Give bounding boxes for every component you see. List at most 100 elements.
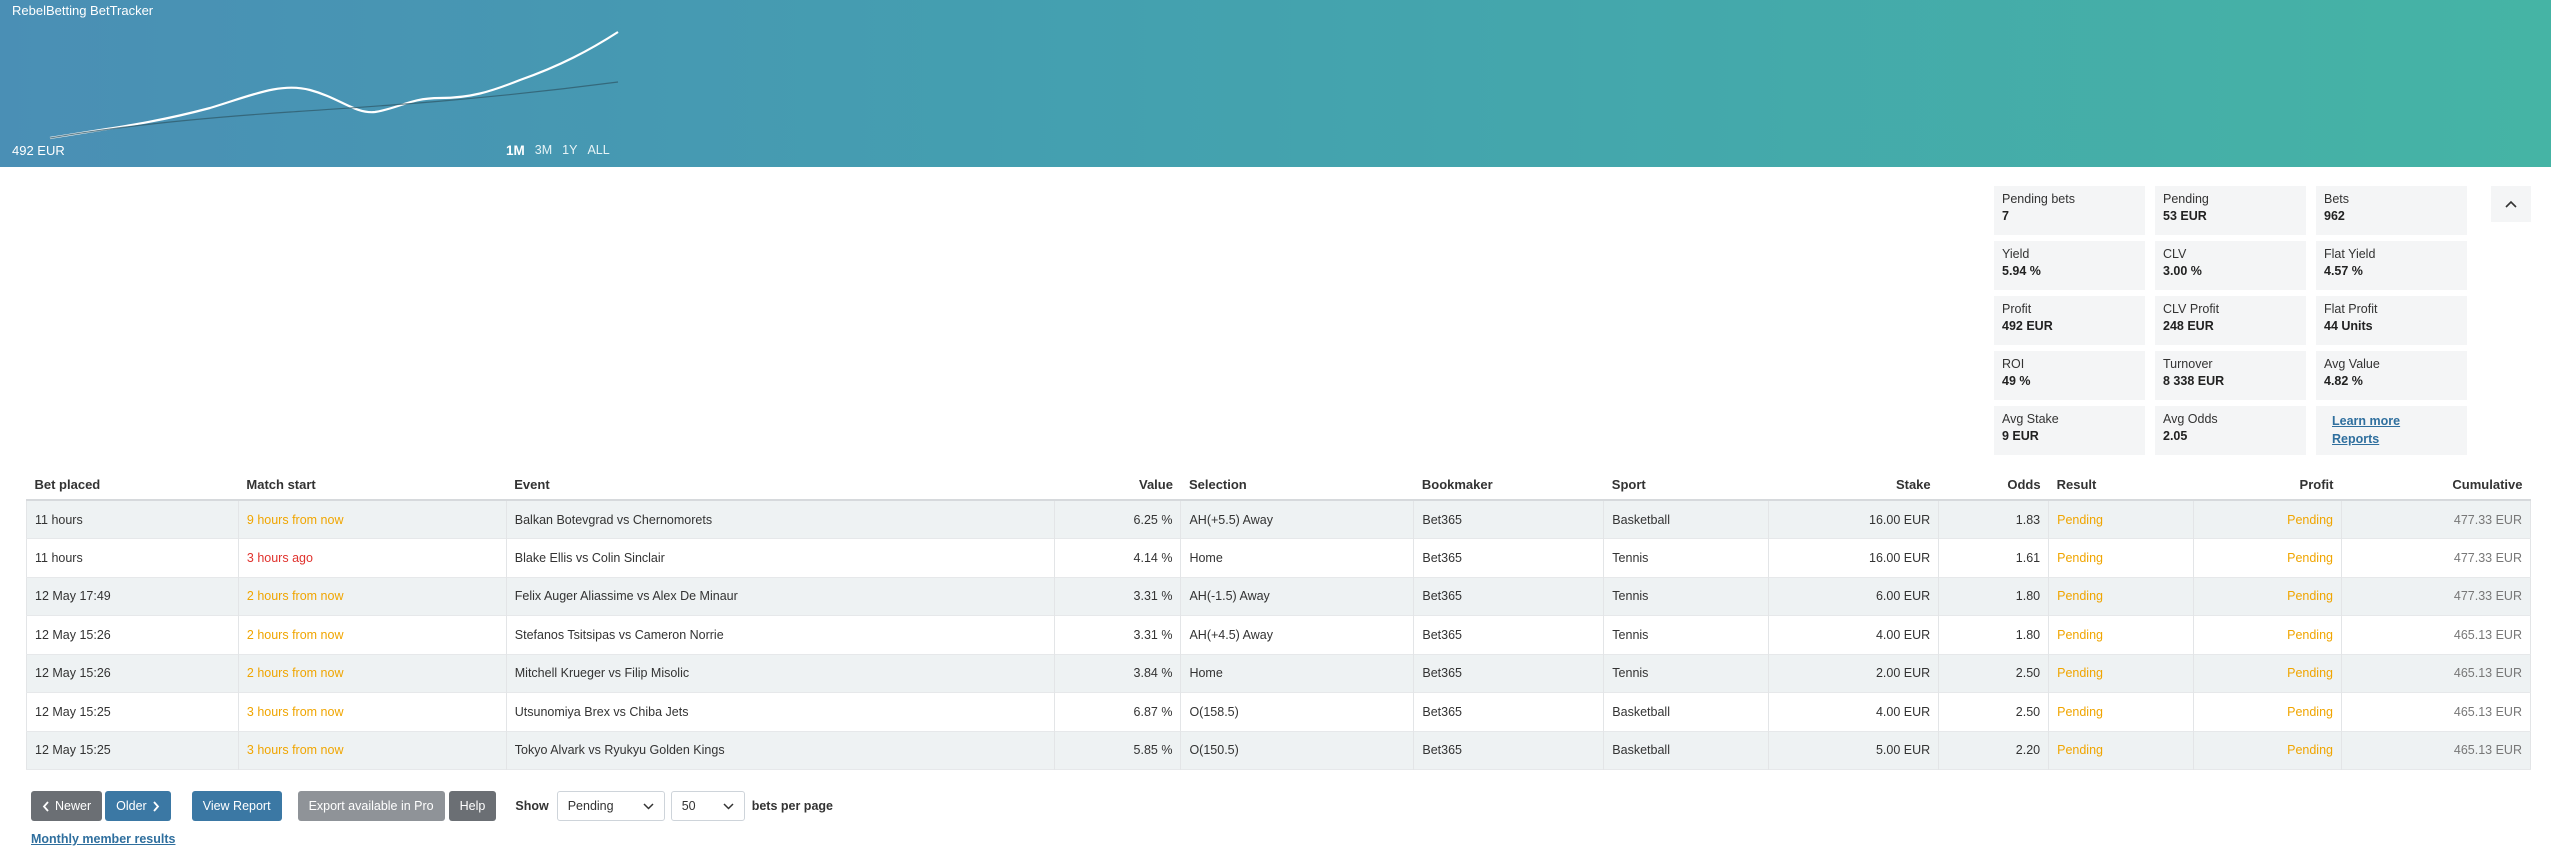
cell-selection: AH(+4.5) Away	[1180, 615, 1415, 654]
cell-cumulative: 465.13 EUR	[2453, 743, 2522, 758]
header-banner: RebelBetting BetTracker 492 EUR 1M 3M 1Y…	[0, 0, 2551, 167]
chevron-left-icon	[42, 800, 49, 812]
cell-start: 9 hours from now	[238, 500, 507, 539]
stat-yield: Yield 5.94 %	[1994, 241, 2145, 290]
cell-event: Utsunomiya Brex vs Chiba Jets	[506, 692, 1055, 731]
table-header-row: Bet placed Match start Event Value Selec…	[26, 470, 2531, 501]
cell-value: 3.31 %	[1054, 615, 1182, 654]
cell-profit: Pending	[2193, 577, 2342, 616]
range-1m[interactable]: 1M	[506, 143, 525, 158]
older-label: Older	[116, 799, 147, 813]
range-selector: 1M 3M 1Y ALL	[506, 143, 610, 158]
table-row[interactable]: 12 May 15:26 2 hours from now Mitchell K…	[26, 654, 2531, 693]
cell-value: 6.25 %	[1054, 500, 1182, 539]
stat-avg-stake: Avg Stake 9 EUR	[1994, 406, 2145, 455]
cell-sport: Tennis	[1603, 577, 1770, 616]
cell-bookmaker: Bet365	[1413, 692, 1605, 731]
cell-start: 2 hours from now	[238, 654, 507, 693]
cell-bookmaker: Bet365	[1413, 538, 1605, 577]
cell-result: Pending	[2048, 654, 2195, 693]
monthly-results-link[interactable]: Monthly member results	[31, 832, 175, 846]
range-1y[interactable]: 1Y	[562, 143, 577, 158]
cell-cumulative: 465.13 EUR	[2453, 666, 2522, 681]
cell-profit: Pending	[2193, 615, 2342, 654]
balance-label: 492 EUR	[12, 143, 65, 158]
cell-odds: 1.83	[1938, 500, 2050, 539]
help-button[interactable]: Help	[448, 791, 497, 821]
col-bookmaker[interactable]: Bookmaker	[1413, 470, 1604, 501]
col-cumulative[interactable]: Cumulative	[2341, 470, 2531, 501]
stat-profit: Profit 492 EUR	[1994, 296, 2145, 345]
table-row[interactable]: 12 May 17:49 2 hours from now Felix Auge…	[26, 577, 2531, 616]
cell-cumulative: 477.33 EUR	[2453, 512, 2522, 527]
cell-placed: 11 hours	[26, 538, 239, 577]
table-row[interactable]: 11 hours 9 hours from now Balkan Botevgr…	[26, 500, 2531, 539]
collapse-stats-button[interactable]	[2491, 186, 2531, 222]
learn-more-link[interactable]: Learn more	[2332, 412, 2451, 430]
profit-line	[49, 31, 619, 140]
cell-odds: 2.20	[1938, 731, 2050, 770]
cell-result: Pending	[2048, 577, 2195, 616]
status-filter-select[interactable]: Pending	[556, 791, 665, 821]
col-result[interactable]: Result	[2048, 470, 2194, 501]
newer-button[interactable]: Newer	[31, 791, 103, 821]
col-stake[interactable]: Stake	[1768, 470, 1939, 501]
stats-panel: Pending bets 7 Pending 53 EUR Bets 962 Yiel…	[1994, 186, 2467, 455]
cell-event: Felix Auger Aliassime vs Alex De Minaur	[506, 577, 1055, 616]
cell-placed: 12 May 15:25	[26, 731, 239, 770]
export-button[interactable]: Export available in Pro	[297, 791, 445, 821]
cell-profit: Pending	[2193, 500, 2342, 539]
cell-value: 3.31 %	[1054, 577, 1182, 616]
cell-odds: 2.50	[1938, 654, 2050, 693]
col-odds[interactable]: Odds	[1938, 470, 2049, 501]
cell-result: Pending	[2048, 538, 2195, 577]
stat-clv-profit: CLV Profit 248 EUR	[2155, 296, 2306, 345]
cell-sport: Tennis	[1603, 615, 1770, 654]
table-row[interactable]: 12 May 15:25 3 hours from now Tokyo Alva…	[26, 731, 2531, 770]
cell-stake: 6.00 EUR	[1768, 577, 1940, 616]
view-report-button[interactable]: View Report	[191, 791, 282, 821]
cell-start: 2 hours from now	[238, 577, 507, 616]
col-event[interactable]: Event	[506, 470, 1054, 501]
cell-start: 3 hours ago	[238, 538, 507, 577]
cell-sport: Tennis	[1603, 538, 1770, 577]
table-row[interactable]: 12 May 15:26 2 hours from now Stefanos T…	[26, 615, 2531, 654]
cell-placed: 12 May 15:25	[26, 692, 239, 731]
per-page-select[interactable]: 50	[670, 791, 745, 821]
cell-selection: O(150.5)	[1180, 731, 1415, 770]
older-button[interactable]: Older	[105, 791, 171, 821]
trend-line	[49, 81, 619, 139]
cell-sport: Basketball	[1603, 692, 1770, 731]
range-all[interactable]: ALL	[587, 143, 609, 158]
reports-link[interactable]: Reports	[2332, 430, 2451, 448]
stat-pending: Pending 53 EUR	[2155, 186, 2306, 235]
cell-sport: Basketball	[1603, 500, 1770, 539]
table-row[interactable]: 11 hours 3 hours ago Blake Ellis vs Coli…	[26, 538, 2531, 577]
newer-label: Newer	[55, 799, 92, 813]
col-profit[interactable]: Profit	[2193, 470, 2342, 501]
col-sport[interactable]: Sport	[1603, 470, 1769, 501]
chevron-down-icon	[723, 802, 734, 810]
col-selection[interactable]: Selection	[1180, 470, 1414, 501]
col-bet-placed[interactable]: Bet placed	[26, 470, 239, 501]
cell-odds: 1.61	[1938, 538, 2050, 577]
cell-value: 5.85 %	[1054, 731, 1182, 770]
cell-result: Pending	[2048, 731, 2195, 770]
chevron-up-icon	[2505, 200, 2517, 208]
cell-selection: Home	[1180, 654, 1415, 693]
col-match-start[interactable]: Match start	[238, 470, 507, 501]
table-row[interactable]: 12 May 15:25 3 hours from now Utsunomiya…	[26, 692, 2531, 731]
cell-event: Balkan Botevgrad vs Chernomorets	[506, 500, 1055, 539]
cell-sport: Basketball	[1603, 731, 1770, 770]
cell-sport: Tennis	[1603, 654, 1770, 693]
cell-value: 4.14 %	[1054, 538, 1182, 577]
cell-profit: Pending	[2193, 692, 2342, 731]
chevron-down-icon	[643, 802, 654, 810]
cell-cumulative: 465.13 EUR	[2453, 627, 2522, 642]
per-page-label: bets per page	[751, 799, 833, 813]
cell-result: Pending	[2048, 692, 2195, 731]
cell-bookmaker: Bet365	[1413, 500, 1605, 539]
col-value[interactable]: Value	[1054, 470, 1181, 501]
cell-start: 2 hours from now	[238, 615, 507, 654]
range-3m[interactable]: 3M	[535, 143, 552, 158]
